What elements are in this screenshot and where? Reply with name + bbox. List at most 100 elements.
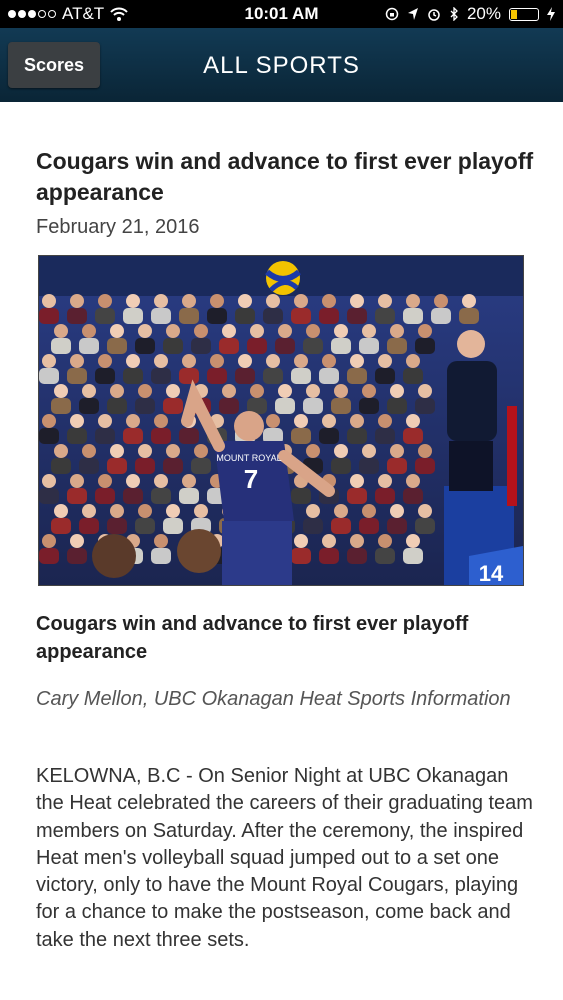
crowd-body [179,488,199,504]
crowd-body [319,308,339,324]
crowd-head [70,534,84,548]
crowd-head [42,294,56,308]
crowd-head [334,384,348,398]
crowd-body [95,488,115,504]
crowd-body [79,338,99,354]
crowd-body [303,398,323,414]
crowd-body [291,488,311,504]
crowd-body [123,308,143,324]
crowd-head [182,294,196,308]
crowd-head [350,354,364,368]
crowd-body [135,398,155,414]
crowd-head [42,534,56,548]
crowd-head [294,534,308,548]
crowd-body [79,458,99,474]
crowd-head [334,324,348,338]
crowd-body [151,488,171,504]
crowd-head [154,534,168,548]
crowd-body [67,308,87,324]
crowd-head [322,534,336,548]
crowd-body [135,518,155,534]
volleyball [265,261,301,295]
crowd-body [179,428,199,444]
crowd-head [266,414,280,428]
crowd-body [403,488,423,504]
article-subhead: Cougars win and advance to first ever pl… [36,613,469,663]
crowd-head [278,384,292,398]
crowd-head [182,354,196,368]
crowd-body [387,458,407,474]
crowd-body [67,428,87,444]
crowd-head [294,354,308,368]
crowd-body [359,458,379,474]
crowd-body [303,338,323,354]
status-bar: AT&T 10:01 AM 20% [0,0,563,28]
crowd-head [406,474,420,488]
crowd-body [207,308,227,324]
crowd-body [123,488,143,504]
article-photo: MOUNT ROYAL 7 14 [38,255,524,586]
crowd-body [291,548,311,564]
crowd-head [166,444,180,458]
crowd-body [163,518,183,534]
crowd-body [95,308,115,324]
nav-bar: Scores ALL SPORTS [0,28,563,102]
crowd-head [194,444,208,458]
crowd-head [378,294,392,308]
crowd-head [322,354,336,368]
crowd-body [151,308,171,324]
crowd-head [210,294,224,308]
crowd-head [42,474,56,488]
crowd-body [319,548,339,564]
crowd-body [347,488,367,504]
crowd-head [406,414,420,428]
crowd-head [110,444,124,458]
jersey-number: 7 [244,464,258,494]
crowd-head [306,384,320,398]
crowd-head [182,474,196,488]
crowd-body [319,428,339,444]
alarm-icon [428,9,440,21]
crowd-head [42,354,56,368]
crowd-head [82,324,96,338]
crowd-body [39,368,59,384]
crowd-head [390,504,404,518]
crowd-body [375,548,395,564]
crowd-head [294,294,308,308]
crowd-head [110,384,124,398]
crowd-body [431,308,451,324]
crowd-head [350,414,364,428]
crowd-body [403,428,423,444]
crowd-head [418,324,432,338]
crowd-head [138,504,152,518]
crowd-body [107,458,127,474]
crowd-head [418,504,432,518]
crowd-body [39,428,59,444]
crowd-head [250,384,264,398]
status-right: 20% [385,4,555,24]
crowd-body [291,428,311,444]
crowd-head [154,354,168,368]
charging-icon [547,7,555,21]
crowd-head [278,324,292,338]
crowd-body [331,398,351,414]
crowd-body [319,368,339,384]
crowd-head [166,324,180,338]
crowd-body [163,338,183,354]
crowd-head [334,504,348,518]
crowd-head [154,474,168,488]
article-date: February 21, 2016 [36,216,200,238]
crowd-head [70,414,84,428]
crowd-body [415,518,435,534]
crowd-body [387,518,407,534]
crowd-body [219,338,239,354]
crowd-head [418,444,432,458]
article-byline: Cary Mellon, UBC Okanagan Heat Sports In… [36,688,511,710]
crowd-body [387,398,407,414]
crowd-body [359,398,379,414]
crowd-body [275,398,295,414]
volleyball-photo: MOUNT ROYAL 7 14 [39,256,523,585]
crowd-body [459,308,479,324]
crowd-head [126,354,140,368]
crowd-head [98,354,112,368]
